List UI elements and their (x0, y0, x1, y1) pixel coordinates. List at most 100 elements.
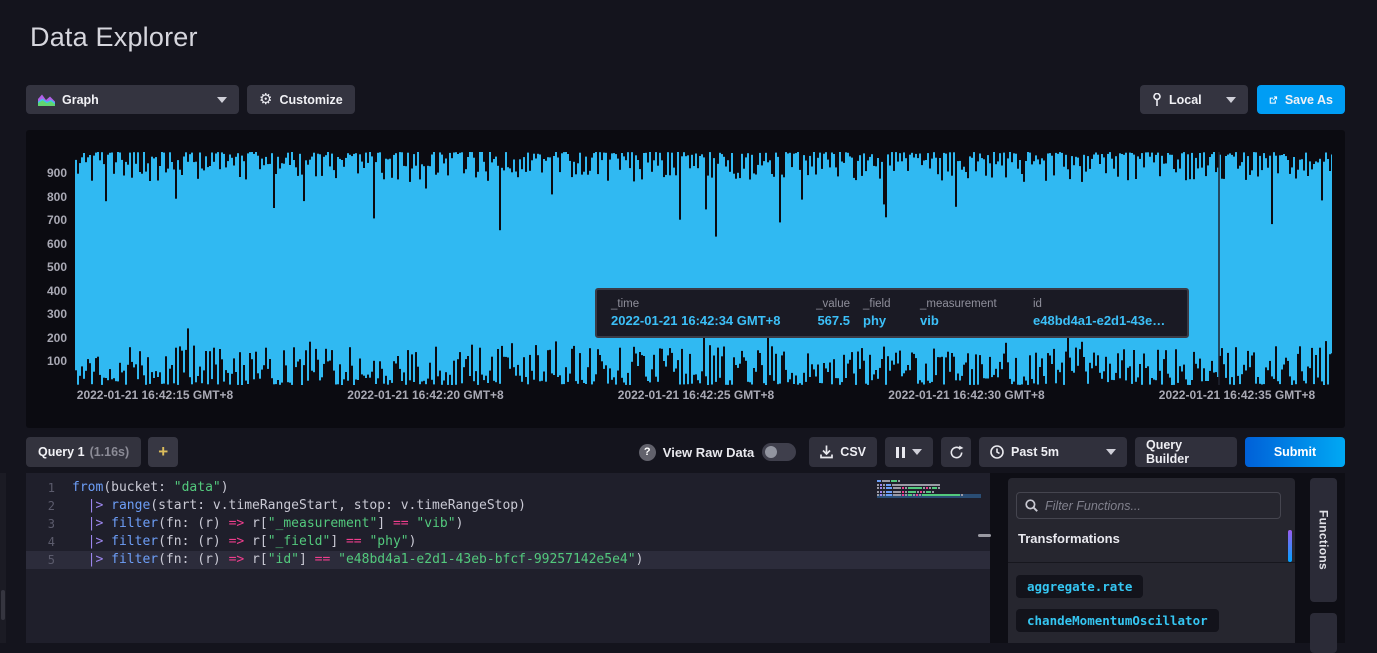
resize-handle[interactable] (978, 534, 991, 537)
code-token: ] (330, 533, 346, 551)
submit-button[interactable]: Submit (1245, 437, 1345, 467)
code-token: |> (88, 551, 104, 569)
submit-label: Submit (1274, 445, 1316, 459)
query-tab-name: Query 1 (38, 445, 85, 459)
code-token: r[ (244, 515, 267, 533)
transformations-section-header: Transformations (1018, 531, 1120, 546)
search-icon (1025, 499, 1038, 512)
code-token (103, 551, 111, 569)
code-token: filter (111, 515, 158, 533)
pause-icon (896, 447, 905, 458)
flux-code-editor[interactable]: 1from(bucket: "data")2 |> range(start: v… (26, 473, 990, 643)
editor-minimap[interactable] (877, 480, 981, 498)
code-token: ) (636, 551, 644, 569)
save-as-button[interactable]: Save As (1257, 85, 1345, 114)
query-builder-button[interactable]: Query Builder (1135, 437, 1237, 467)
code-token: filter (111, 551, 158, 569)
y-tick: 200 (31, 331, 67, 345)
line-number: 4 (26, 533, 72, 551)
code-token: "id" (268, 551, 299, 569)
tooltip-header: _value (804, 298, 850, 310)
y-tick: 300 (31, 307, 67, 321)
query-duration: (1.16s) (90, 445, 130, 459)
local-dropdown[interactable]: Local (1140, 85, 1248, 114)
view-toolbar: Graph ⚙ Customize Local Save As (26, 85, 1345, 114)
x-tick: 2022-01-21 16:42:30 GMT+8 (888, 388, 1044, 402)
add-query-button[interactable]: + (148, 437, 178, 467)
code-token: (bucket: (103, 479, 173, 497)
visualization-type-dropdown[interactable]: Graph (26, 85, 239, 114)
code-token (103, 497, 111, 515)
chevron-down-icon (1106, 449, 1116, 455)
code-token: "_measurement" (268, 515, 378, 533)
code-token: (start: v.timeRangeStart, stop: v.timeRa… (150, 497, 526, 515)
chart-panel: 900800700600500400300200100 2022-01-21 1… (26, 130, 1345, 428)
download-icon (820, 445, 833, 459)
code-line[interactable]: 2 |> range(start: v.timeRangeStart, stop… (26, 497, 990, 515)
time-series-plot[interactable] (75, 152, 1332, 385)
code-token: => (229, 551, 245, 569)
minimap-line (877, 494, 981, 496)
code-token: (fn: (r) (158, 533, 228, 551)
code-line[interactable]: 1from(bucket: "data") (26, 479, 990, 497)
query-tab[interactable]: Query 1 (1.16s) (26, 437, 141, 467)
line-number: 5 (26, 551, 72, 569)
time-range-dropdown[interactable]: Past 5m (979, 437, 1127, 467)
code-token: (fn: (r) (158, 515, 228, 533)
view-raw-data-toggle[interactable] (762, 443, 796, 461)
save-as-label: Save As (1285, 93, 1333, 107)
collapsed-panel-tab[interactable] (1310, 613, 1337, 653)
tooltip-header: _time (611, 298, 791, 310)
code-token: == (393, 515, 409, 533)
visualization-type-label: Graph (62, 93, 99, 107)
csv-label: CSV (840, 445, 866, 459)
code-token: r[ (244, 533, 267, 551)
tooltip-header: id (1033, 298, 1173, 310)
code-token: "vib" (416, 515, 455, 533)
x-tick: 2022-01-21 16:42:25 GMT+8 (618, 388, 774, 402)
code-line[interactable]: 4 |> filter(fn: (r) => r["_field"] == "p… (26, 533, 990, 551)
left-scrollbar[interactable] (0, 473, 6, 643)
functions-scrollbar-thumb[interactable] (1288, 530, 1292, 562)
code-token: range (111, 497, 150, 515)
chevron-down-icon (912, 449, 922, 455)
csv-download-button[interactable]: CSV (809, 437, 877, 467)
y-tick: 700 (31, 213, 67, 227)
function-item[interactable]: chandeMomentumOscillator (1016, 609, 1219, 632)
query-control-bar: Query 1 (1.16s) + ? View Raw Data CSV Pa… (26, 437, 1345, 467)
tab-functions[interactable]: Functions (1310, 478, 1337, 602)
x-tick: 2022-01-21 16:42:20 GMT+8 (347, 388, 503, 402)
line-number: 3 (26, 515, 72, 533)
left-scrollbar-thumb[interactable] (1, 590, 5, 620)
tooltip-value: phy (863, 313, 907, 328)
code-token (72, 551, 88, 569)
customize-button[interactable]: ⚙ Customize (247, 85, 355, 114)
query-editor-section: 1from(bucket: "data")2 |> range(start: v… (26, 473, 1345, 643)
tooltip-value: vib (920, 313, 1020, 328)
chevron-down-icon (1226, 97, 1236, 103)
y-tick: 900 (31, 166, 67, 180)
filter-functions-searchbox[interactable] (1016, 492, 1281, 519)
data-point-tooltip: _time2022-01-21 16:42:34 GMT+8_value567.… (595, 288, 1189, 338)
code-line[interactable]: 3 |> filter(fn: (r) => r["_measurement"]… (26, 515, 990, 533)
tooltip-column: _measurementvib (920, 298, 1020, 328)
minimap-line (877, 487, 981, 489)
code-token: |> (88, 515, 104, 533)
pause-button[interactable] (885, 437, 933, 467)
code-token: == (315, 551, 331, 569)
y-tick: 400 (31, 284, 67, 298)
code-token (72, 497, 88, 515)
code-token (409, 515, 417, 533)
minimap-line (877, 480, 981, 482)
view-raw-data-label: View Raw Data (663, 445, 755, 460)
function-item[interactable]: aggregate.rate (1016, 575, 1143, 598)
functions-tab-label: Functions (1317, 510, 1331, 570)
help-icon[interactable]: ? (639, 444, 656, 461)
filter-functions-input[interactable] (1045, 499, 1272, 513)
code-token: => (229, 533, 245, 551)
code-token: r[ (244, 551, 267, 569)
code-token: "_field" (268, 533, 331, 551)
refresh-button[interactable] (941, 437, 971, 467)
code-line[interactable]: 5 |> filter(fn: (r) => r["id"] == "e48bd… (26, 551, 990, 569)
toggle-knob (765, 446, 777, 458)
